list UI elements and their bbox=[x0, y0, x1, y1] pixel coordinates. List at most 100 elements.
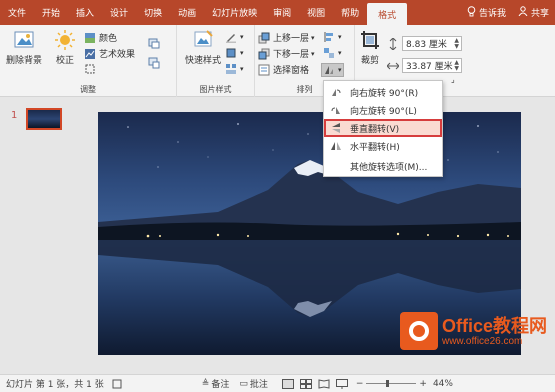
artistic-effects-label: 艺术效果 bbox=[99, 50, 136, 60]
tab-format[interactable]: 格式 bbox=[367, 3, 408, 25]
slide-info: 幻灯片 第 1 张，共 1 张 bbox=[6, 377, 104, 390]
notes-button[interactable]: ≜ 备注 bbox=[201, 377, 230, 391]
share-button[interactable]: 共享 bbox=[512, 6, 555, 19]
crop-button[interactable]: 裁剪 bbox=[357, 29, 383, 66]
crop-frame-icon bbox=[84, 63, 96, 75]
height-input[interactable]: 8.83 厘米 ▲ ▼ bbox=[402, 36, 462, 51]
tab-transitions[interactable]: 切换 bbox=[136, 0, 170, 25]
selection-pane-button[interactable]: 选择窗格 bbox=[258, 63, 309, 76]
zoom-level[interactable]: 44% bbox=[433, 379, 453, 389]
lightbulb-icon bbox=[467, 5, 476, 20]
status-bar: 幻灯片 第 1 张，共 1 张 ≜ 备注 ▭ 批注 − + 44% bbox=[0, 374, 555, 392]
rotate-button[interactable]: ▾ bbox=[321, 63, 344, 77]
height-spin-arrows[interactable]: ▲ ▼ bbox=[454, 37, 461, 50]
menu-rotate-left-label: 向左旋转 90°(L) bbox=[350, 106, 417, 117]
remove-background-button[interactable]: 删除背景 bbox=[3, 29, 45, 66]
picture-layout-button[interactable]: ▾ bbox=[225, 63, 244, 75]
tab-file[interactable]: 文件 bbox=[0, 0, 34, 25]
comments-button[interactable]: ▭ 批注 bbox=[239, 377, 268, 391]
tab-slideshow[interactable]: 幻灯片放映 bbox=[204, 0, 265, 25]
tab-design[interactable]: 设计 bbox=[102, 0, 136, 25]
flip-vertical-icon bbox=[330, 122, 342, 134]
slideshow-icon bbox=[335, 378, 348, 389]
slide-thumbnail-pane: 1 bbox=[0, 98, 80, 374]
zoom-track[interactable] bbox=[366, 380, 417, 387]
zoom-level-text: 44% bbox=[432, 378, 453, 389]
zoom-slider[interactable]: − + bbox=[356, 379, 427, 389]
color-button[interactable]: 颜色 bbox=[84, 31, 117, 44]
menu-more-rotation-options[interactable]: 其他旋转选项(M)... bbox=[324, 157, 442, 175]
accessibility-icon[interactable] bbox=[112, 379, 122, 389]
pen-icon bbox=[225, 31, 237, 43]
zoom-out-icon[interactable]: − bbox=[356, 379, 364, 389]
compress-pictures-button[interactable] bbox=[148, 37, 163, 49]
tab-animations[interactable]: 动画 bbox=[170, 0, 204, 25]
corrections-button[interactable]: 校正 bbox=[50, 29, 80, 66]
quick-styles-label: 快速样式 bbox=[184, 56, 221, 66]
corrections-label: 校正 bbox=[55, 56, 74, 66]
crop-icon bbox=[361, 31, 379, 49]
picture-border-button[interactable]: ▾ bbox=[225, 31, 244, 43]
quick-styles-icon bbox=[194, 30, 213, 47]
slide-info-text: 幻灯片 第 1 张，共 1 张 bbox=[6, 380, 104, 390]
crop-label: 裁剪 bbox=[360, 56, 379, 66]
zoom-in-icon[interactable]: + bbox=[419, 379, 427, 389]
office-logo-icon bbox=[399, 312, 438, 350]
artistic-effects-button[interactable]: 艺术效果 bbox=[84, 47, 135, 60]
bring-forward-button[interactable]: 上移一层 ▾ bbox=[258, 31, 315, 44]
tab-help[interactable]: 帮助 bbox=[333, 0, 367, 25]
selection-pane-label: 选择窗格 bbox=[273, 66, 310, 76]
slideshow-view-button[interactable] bbox=[335, 378, 348, 389]
picture-layout-icon bbox=[225, 63, 237, 75]
dialog-launcher-icon: ⌟ bbox=[451, 75, 455, 84]
picture-effects-button[interactable]: ▾ bbox=[225, 47, 244, 59]
tab-home[interactable]: 开始 bbox=[34, 0, 68, 25]
notes-label: 备注 bbox=[211, 380, 230, 390]
zoom-thumb[interactable] bbox=[386, 380, 390, 387]
slide-number: 1 bbox=[11, 110, 18, 121]
group-adjust: 删除背景 校正 颜色 艺术效果 调整 bbox=[0, 25, 177, 97]
menu-rotate-left[interactable]: 向左旋转 90°(L) bbox=[324, 101, 442, 119]
tab-insert[interactable]: 插入 bbox=[68, 0, 102, 25]
transparency-button[interactable] bbox=[84, 63, 99, 75]
width-icon bbox=[386, 60, 400, 72]
quick-styles-button[interactable]: 快速样式 bbox=[181, 29, 225, 66]
bring-forward-icon bbox=[258, 32, 270, 44]
normal-view-button[interactable] bbox=[281, 378, 294, 389]
watermark-title: Office教程网 bbox=[441, 315, 547, 336]
compress-icon bbox=[148, 37, 160, 49]
tab-view[interactable]: 视图 bbox=[299, 0, 333, 25]
rotate-left-icon bbox=[330, 104, 342, 116]
normal-view-icon bbox=[281, 378, 294, 389]
group-objects-button[interactable]: ▾ bbox=[323, 47, 342, 59]
sorter-view-button[interactable] bbox=[299, 378, 312, 389]
change-picture-icon bbox=[148, 57, 160, 69]
picture-effects-icon bbox=[225, 47, 237, 59]
send-backward-button[interactable]: 下移一层 ▾ bbox=[258, 47, 315, 60]
notes-icon: ≜ bbox=[201, 378, 210, 389]
rotate-dropdown-menu: 向右旋转 90°(R) 向左旋转 90°(L) 垂直翻转(V) 水平翻转(H) … bbox=[323, 80, 443, 177]
rotate-right-icon bbox=[330, 86, 342, 98]
ribbon: 删除背景 校正 颜色 艺术效果 调整 快速样式 ▾ ▾ ▾ 图片样式 上移一层 … bbox=[0, 25, 555, 97]
adjust-group-label: 调整 bbox=[80, 85, 96, 94]
remove-background-icon bbox=[14, 31, 34, 48]
width-input[interactable]: 33.87 厘米 ▲ ▼ bbox=[402, 58, 462, 73]
reading-view-button[interactable] bbox=[318, 378, 330, 389]
menu-flip-vertical[interactable]: 垂直翻转(V) bbox=[324, 119, 442, 137]
watermark-text: Office教程网 www.office26.com bbox=[442, 316, 547, 347]
size-dialog-launcher[interactable]: ⌟ bbox=[451, 75, 455, 84]
width-spin-arrows[interactable]: ▲ ▼ bbox=[454, 59, 461, 72]
comment-icon: ▭ bbox=[239, 378, 248, 389]
tell-me-button[interactable]: 告诉我 bbox=[461, 5, 512, 20]
menu-rotate-right[interactable]: 向右旋转 90°(R) bbox=[324, 83, 442, 101]
menu-flip-horizontal[interactable]: 水平翻转(H) bbox=[324, 137, 442, 155]
align-icon bbox=[323, 31, 335, 43]
align-button[interactable]: ▾ bbox=[323, 31, 342, 43]
width-stepper[interactable]: 33.87 厘米 ▲ ▼ bbox=[386, 58, 462, 73]
height-stepper[interactable]: 8.83 厘米 ▲ ▼ bbox=[387, 36, 462, 51]
menu-rotate-right-label: 向右旋转 90°(R) bbox=[350, 88, 419, 99]
slide-thumbnail[interactable] bbox=[26, 108, 62, 130]
tab-review[interactable]: 审阅 bbox=[265, 0, 299, 25]
color-label: 颜色 bbox=[99, 34, 118, 44]
change-picture-button[interactable] bbox=[148, 57, 163, 69]
